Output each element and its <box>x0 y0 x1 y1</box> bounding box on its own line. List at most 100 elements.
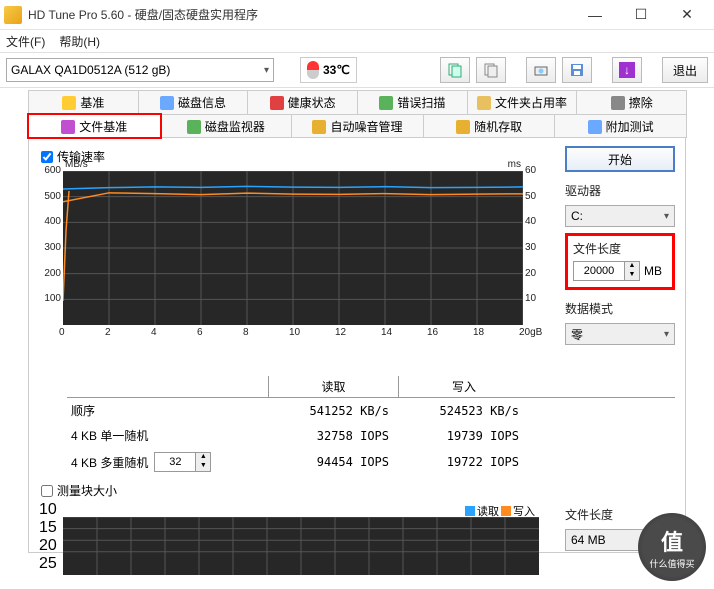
action-button[interactable]: ↓ <box>612 57 642 83</box>
blocksize-checkbox[interactable]: 测量块大小 <box>41 482 555 499</box>
bulb-icon <box>62 96 76 110</box>
multi-spin-input[interactable] <box>155 456 195 468</box>
app-icon <box>4 6 22 24</box>
drive-combo[interactable]: C: ▾ <box>565 205 675 227</box>
disk-icon <box>160 96 174 110</box>
folder-icon <box>477 96 491 110</box>
dice-icon <box>456 120 470 134</box>
tab-磁盘信息[interactable]: 磁盘信息 <box>138 90 249 114</box>
exit-button[interactable]: 退出 <box>662 57 708 83</box>
filelen-spinbox[interactable]: ▲▼ <box>573 261 640 281</box>
tab-label: 基准 <box>80 94 104 111</box>
speaker-icon <box>312 120 326 134</box>
tab-label: 自动噪音管理 <box>330 118 402 135</box>
watermark-small: 什么值得买 <box>649 557 694 570</box>
table-row: 4 KB 多重随机 ▲▼ 94454 IOPS19722 IOPS <box>67 448 675 476</box>
start-button[interactable]: 开始 <box>565 146 675 172</box>
tab-label: 健康状态 <box>288 94 336 111</box>
tab-文件基准[interactable]: 文件基准 <box>28 114 161 138</box>
row-label: 4 KB 多重随机 <box>71 454 148 471</box>
table-row: 顺序 541252 KB/s524523 KB/s <box>67 398 675 423</box>
row-write: 19722 IOPS <box>399 455 529 469</box>
transfer-chart: MB/s ms 100200300400500600 102030405060 … <box>39 167 545 341</box>
transfer-rate-check-input[interactable] <box>41 151 53 163</box>
filelen-label: 文件长度 <box>573 240 667 257</box>
row-write: 524523 KB/s <box>399 404 529 418</box>
tab-随机存取[interactable]: 随机存取 <box>423 114 556 138</box>
minimize-button[interactable]: — <box>572 0 618 30</box>
row-label: 4 KB 单一随机 <box>71 427 148 444</box>
toolbar: GALAX QA1D0512A (512 gB) ▾ 33℃ ↓ 退出 <box>0 52 714 88</box>
doc-icon <box>61 120 75 134</box>
tab-label: 磁盘监视器 <box>205 118 265 135</box>
tab-label: 错误扫描 <box>397 94 445 111</box>
datamode-combo[interactable]: 零 ▾ <box>565 323 675 345</box>
drive-select[interactable]: GALAX QA1D0512A (512 gB) ▾ <box>6 58 274 82</box>
blocksize-label: 测量块大小 <box>57 482 117 499</box>
table-row: 4 KB 单一随机32758 IOPS19739 IOPS <box>67 423 675 448</box>
watermark: 值 什么值得买 <box>638 513 706 581</box>
datamode-label: 数据模式 <box>565 300 675 317</box>
menu-file[interactable]: 文件(F) <box>6 33 45 50</box>
filelen-group: 文件长度 ▲▼ MB <box>565 233 675 290</box>
row-read: 541252 KB/s <box>269 404 399 418</box>
save-button[interactable] <box>562 57 592 83</box>
chevron-down-icon: ▾ <box>664 211 669 222</box>
tab-擦除[interactable]: 擦除 <box>576 90 687 114</box>
calc-icon <box>588 120 602 134</box>
tab-container: 基准 磁盘信息 健康状态 错误扫描 文件夹占用率擦除 文件基准 磁盘监视器 自动噪音管理 随机… <box>0 88 714 553</box>
tab-基准[interactable]: 基准 <box>28 90 139 114</box>
drive-select-value: GALAX QA1D0512A (512 gB) <box>11 63 170 77</box>
chevron-down-icon: ▾ <box>264 65 269 76</box>
chevron-down-icon: ▾ <box>664 329 669 340</box>
tab-健康状态[interactable]: 健康状态 <box>247 90 358 114</box>
copy2-button[interactable] <box>476 57 506 83</box>
row-read: 94454 IOPS <box>269 455 399 469</box>
menu-help[interactable]: 帮助(H) <box>59 33 100 50</box>
y-axis-left-label: MB/s <box>65 159 88 170</box>
monitor-icon <box>187 120 201 134</box>
temperature-value: 33℃ <box>323 63 350 77</box>
tab-附加测试[interactable]: 附加测试 <box>554 114 687 138</box>
chart-plot-area <box>63 171 523 325</box>
spin-up[interactable]: ▲ <box>625 262 639 271</box>
tab-label: 附加测试 <box>606 118 654 135</box>
copy-button[interactable] <box>440 57 470 83</box>
legend-write-swatch <box>501 506 511 516</box>
col-read: 读取 <box>269 376 399 397</box>
legend-read-swatch <box>465 506 475 516</box>
menu-bar: 文件(F) 帮助(H) <box>0 30 714 52</box>
tab-label: 随机存取 <box>474 118 522 135</box>
filelen2-value: 64 MB <box>571 533 606 547</box>
tab-content: 传输速率 MB/s ms 100200300400500600 10203040… <box>28 137 686 553</box>
y-axis-right-label: ms <box>508 159 521 170</box>
spin-down[interactable]: ▼ <box>196 462 210 471</box>
multi-spinbox[interactable]: ▲▼ <box>154 452 211 472</box>
filelen-unit: MB <box>644 264 662 278</box>
row-label: 顺序 <box>71 402 95 419</box>
tab-磁盘监视器[interactable]: 磁盘监视器 <box>160 114 293 138</box>
screenshot-button[interactable] <box>526 57 556 83</box>
thermometer-icon <box>307 61 319 79</box>
temperature-display: 33℃ <box>300 57 357 83</box>
window-title: HD Tune Pro 5.60 - 硬盘/固态硬盘实用程序 <box>28 6 572 23</box>
spin-down[interactable]: ▼ <box>625 271 639 280</box>
title-bar: HD Tune Pro 5.60 - 硬盘/固态硬盘实用程序 — ☐ ✕ <box>0 0 714 30</box>
spin-up[interactable]: ▲ <box>196 453 210 462</box>
close-button[interactable]: ✕ <box>664 0 710 30</box>
tab-label: 文件基准 <box>79 118 127 135</box>
tab-自动噪音管理[interactable]: 自动噪音管理 <box>291 114 424 138</box>
tab-文件夹占用率[interactable]: 文件夹占用率 <box>467 90 578 114</box>
drive-label: 驱动器 <box>565 182 675 199</box>
transfer-rate-checkbox[interactable]: 传输速率 <box>41 148 555 165</box>
blocksize-check-input[interactable] <box>41 485 53 497</box>
maximize-button[interactable]: ☐ <box>618 0 664 30</box>
results-table: 读取 写入 顺序541252 KB/s524523 KB/s4 KB 单一随机3… <box>67 376 675 476</box>
filelen-input[interactable] <box>574 265 624 277</box>
trash-icon <box>611 96 625 110</box>
watermark-big: 值 <box>661 525 683 557</box>
tab-错误扫描[interactable]: 错误扫描 <box>357 90 468 114</box>
drive-combo-value: C: <box>571 209 583 223</box>
blocksize-chart: 读取 写入 10152025 <box>39 501 545 575</box>
chart2-plot-area <box>63 517 539 575</box>
